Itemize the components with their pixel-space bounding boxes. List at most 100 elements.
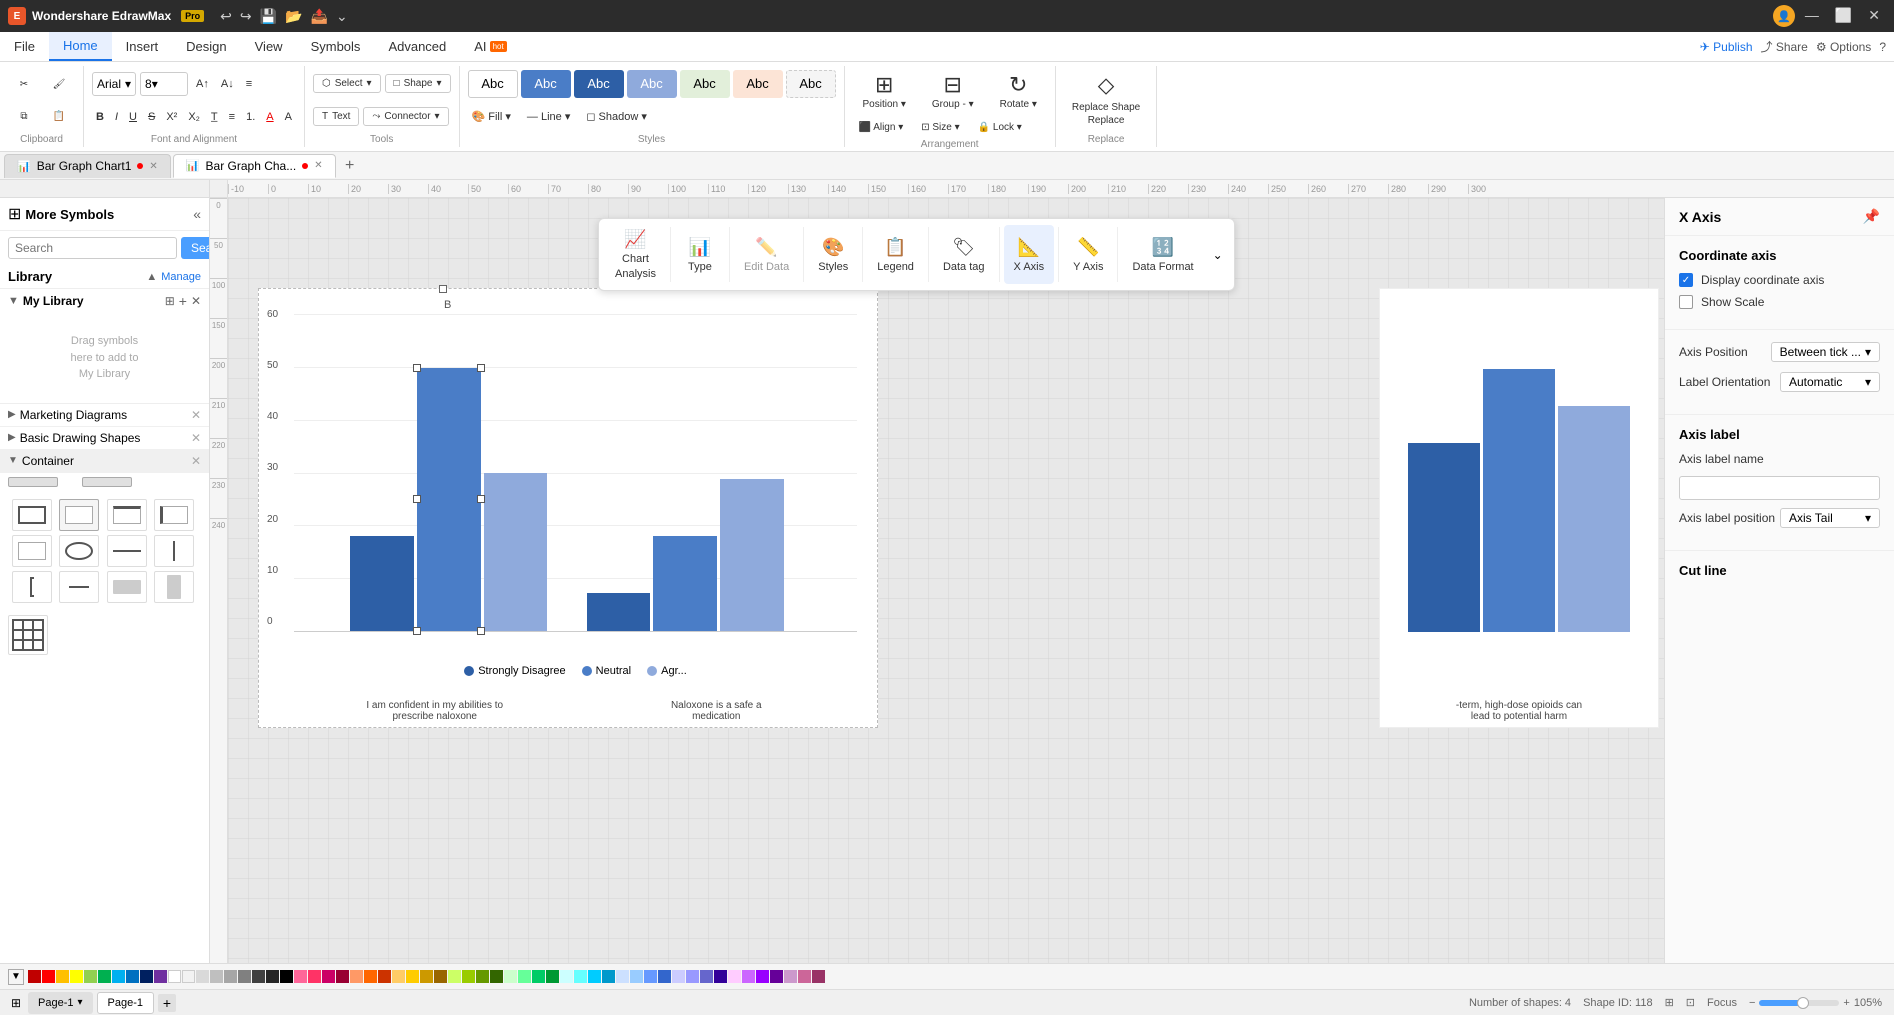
color-swatch-midgray[interactable] [224,970,237,983]
color-swatch-forestgreen[interactable] [546,970,559,983]
color-swatch-emerald[interactable] [532,970,545,983]
color-swatch-burnt[interactable] [378,970,391,983]
color-swatch-darkpink[interactable] [322,970,335,983]
edit-data-btn[interactable]: ✏️ Edit Data [734,225,799,284]
color-swatch-gray[interactable] [210,970,223,983]
tab-close-1[interactable]: ✕ [314,160,322,171]
show-scale-checkbox[interactable] [1679,295,1693,309]
color-swatch-green[interactable] [98,970,111,983]
shape-line-v[interactable] [154,535,194,567]
bar-1-2[interactable] [417,368,481,631]
category-close-basic[interactable]: ✕ [191,431,201,445]
color-swatch-mauve[interactable] [798,970,811,983]
font-color-btn[interactable]: A [262,109,277,125]
bar-handle-br[interactable] [477,627,485,635]
color-swatch-springgreen[interactable] [518,970,531,983]
color-swatch-yellow[interactable] [70,970,83,983]
font-family-selector[interactable]: Arial ▾ [92,72,136,96]
shape-tool-btn[interactable]: □ Shape ▾ [385,74,451,93]
page-tab-1[interactable]: Page-1 ▾ [28,992,93,1014]
align-btn[interactable]: ⬛ Align ▾ [853,118,910,137]
color-swatch-aliceblue[interactable] [616,970,629,983]
select-tool-btn[interactable]: ⬡ Select ▾ [313,74,381,93]
menu-file[interactable]: File [0,32,49,61]
doc-tab-0[interactable]: 📊 Bar Graph Chart1 ✕ [4,154,171,178]
underline-btn[interactable]: U [125,109,141,125]
zoom-out-btn[interactable]: − [1749,997,1755,1009]
category-close-marketing[interactable]: ✕ [191,408,201,422]
color-swatch-peach[interactable] [392,970,405,983]
paste-btn[interactable]: 📋 [43,107,75,126]
panel-collapse-btn[interactable]: « [193,206,201,222]
color-swatch-pink[interactable] [294,970,307,983]
color-swatch-lavender[interactable] [672,970,685,983]
options-btn[interactable]: ⚙ Options [1816,40,1871,54]
italic-btn[interactable]: I [111,109,122,125]
color-swatch-red[interactable] [42,970,55,983]
color-swatch-blue[interactable] [126,970,139,983]
color-swatch-steelblue[interactable] [602,970,615,983]
data-format-btn[interactable]: 🔢 Data Format [1122,225,1203,284]
color-swatch-darkviolet[interactable] [770,970,783,983]
clear-format-btn[interactable]: T̲ [207,109,222,125]
shape-rect5[interactable] [12,535,52,567]
color-swatch-cyan[interactable] [574,970,587,983]
style-abc-4[interactable]: Abc [680,70,730,98]
color-swatch-plum[interactable] [784,970,797,983]
bar-1-3[interactable] [484,473,548,632]
group-btn[interactable]: ⊟ Group - ▾ [922,68,984,114]
category-close-container[interactable]: ✕ [191,454,201,468]
color-swatch-medpurple[interactable] [700,970,713,983]
shape-rect3[interactable] [107,499,147,531]
display-coord-checkbox[interactable]: ✓ [1679,273,1693,287]
help-btn[interactable]: ? [1879,40,1886,54]
replace-shape-btn[interactable]: ⬦ Replace Shape Replace [1064,68,1148,130]
font-decrease-btn[interactable]: A↓ [217,76,238,92]
menu-view[interactable]: View [241,32,297,61]
subscript-btn[interactable]: X₂ [184,109,204,125]
data-tag-btn[interactable]: 🏷 Data tag [933,225,995,284]
shape-rect[interactable] [12,499,52,531]
bar-2-1[interactable] [587,593,651,631]
font-increase-btn[interactable]: A↑ [192,76,213,92]
shape-rect6[interactable] [107,571,147,603]
menu-design[interactable]: Design [172,32,240,61]
shape-bracket-l[interactable] [12,571,52,603]
numbered-list-btn[interactable]: 1. [242,109,259,125]
color-swatch-lightblue[interactable] [112,970,125,983]
my-library-new-folder-btn[interactable]: ⊞ [165,294,175,308]
color-swatch-lightgray1[interactable] [182,970,195,983]
selection-handle-top[interactable] [439,285,447,293]
highlight-btn[interactable]: A [281,109,296,125]
color-swatch-purple[interactable] [154,970,167,983]
shape-rect4[interactable] [154,499,194,531]
layers-icon[interactable]: ⊞ [8,995,24,1011]
toolbar-expand-btn[interactable]: ⌄ [1208,225,1228,284]
doc-tab-1[interactable]: 📊 Bar Graph Cha... ✕ [173,154,336,178]
color-swatch-cornflower[interactable] [630,970,643,983]
publish-btn[interactable]: ✈ Publish [1700,40,1753,54]
up-icon[interactable]: ▲ [146,271,157,283]
color-swatch-nearblack[interactable] [266,970,279,983]
color-swatch-deepskyblue[interactable] [588,970,601,983]
add-tab-btn[interactable]: + [338,154,362,178]
axis-position-selector[interactable]: Between tick ... ▾ [1771,342,1880,362]
color-swatch-mintgreen[interactable] [504,970,517,983]
chart-analysis-btn[interactable]: 📈 Chart Analysis [605,225,666,284]
container-category-header[interactable]: ▼ Container ✕ [0,450,209,473]
color-swatch-black[interactable] [280,970,293,983]
color-swatch-darkred[interactable] [28,970,41,983]
menu-symbols[interactable]: Symbols [297,32,375,61]
color-swatch-lightgreen[interactable] [84,970,97,983]
legend-btn[interactable]: 📋 Legend [867,225,924,284]
pin-icon[interactable]: 📌 [1863,208,1880,225]
color-swatch-brown[interactable] [434,970,447,983]
marketing-diagrams-category[interactable]: ▶ Marketing Diagrams ✕ [0,404,209,427]
position-btn[interactable]: ⊞ Position ▾ [853,68,916,114]
style-abc-2[interactable]: Abc [574,70,624,98]
bar-handle-mr[interactable] [477,495,485,503]
redo-btn[interactable]: ↪ [240,8,252,25]
cut-btn[interactable]: ✂ [8,75,40,94]
bar-handle-ml[interactable] [413,495,421,503]
color-swatch-gray2[interactable] [238,970,251,983]
